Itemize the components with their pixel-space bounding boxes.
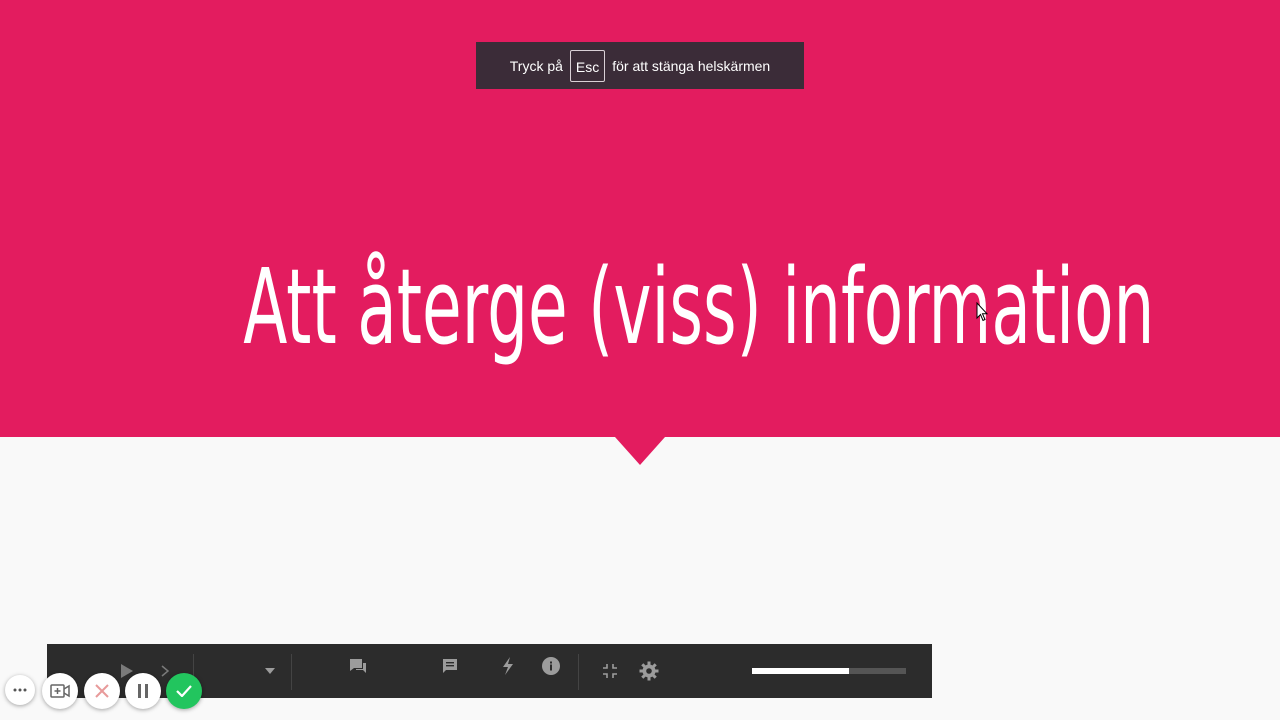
toolbar-divider (578, 654, 579, 690)
slide-title: Att återge (viss) information (243, 246, 1155, 368)
toolbar-divider (291, 654, 292, 690)
pause-recording-button[interactable] (125, 673, 161, 709)
comment-icon[interactable] (348, 656, 368, 676)
pause-icon (138, 684, 148, 698)
fullscreen-notice-suffix: för att stänga helskärmen (612, 57, 771, 74)
close-icon (95, 684, 109, 698)
gear-icon[interactable] (638, 660, 660, 682)
progress-bar[interactable] (752, 668, 906, 674)
more-options-button[interactable] (5, 675, 35, 705)
more-icon (13, 688, 27, 692)
check-icon (176, 685, 192, 697)
cancel-recording-button[interactable] (84, 673, 120, 709)
dropdown-icon[interactable] (263, 666, 277, 676)
info-icon[interactable] (540, 655, 562, 677)
next-icon[interactable] (158, 662, 172, 680)
esc-key-badge: Esc (569, 49, 606, 82)
mouse-cursor-icon (976, 301, 989, 327)
exit-fullscreen-icon[interactable] (600, 661, 620, 681)
progress-fill (752, 668, 850, 674)
add-camera-button[interactable] (42, 673, 78, 709)
banner-pointer (615, 437, 665, 465)
camera-add-icon (50, 684, 70, 698)
flash-icon[interactable] (498, 655, 518, 677)
fullscreen-notice: Tryck på Esc för att stänga helskärmen (476, 42, 804, 89)
fullscreen-notice-prefix: Tryck på (509, 57, 563, 74)
notes-icon[interactable] (440, 656, 460, 676)
finish-recording-button[interactable] (166, 673, 202, 709)
